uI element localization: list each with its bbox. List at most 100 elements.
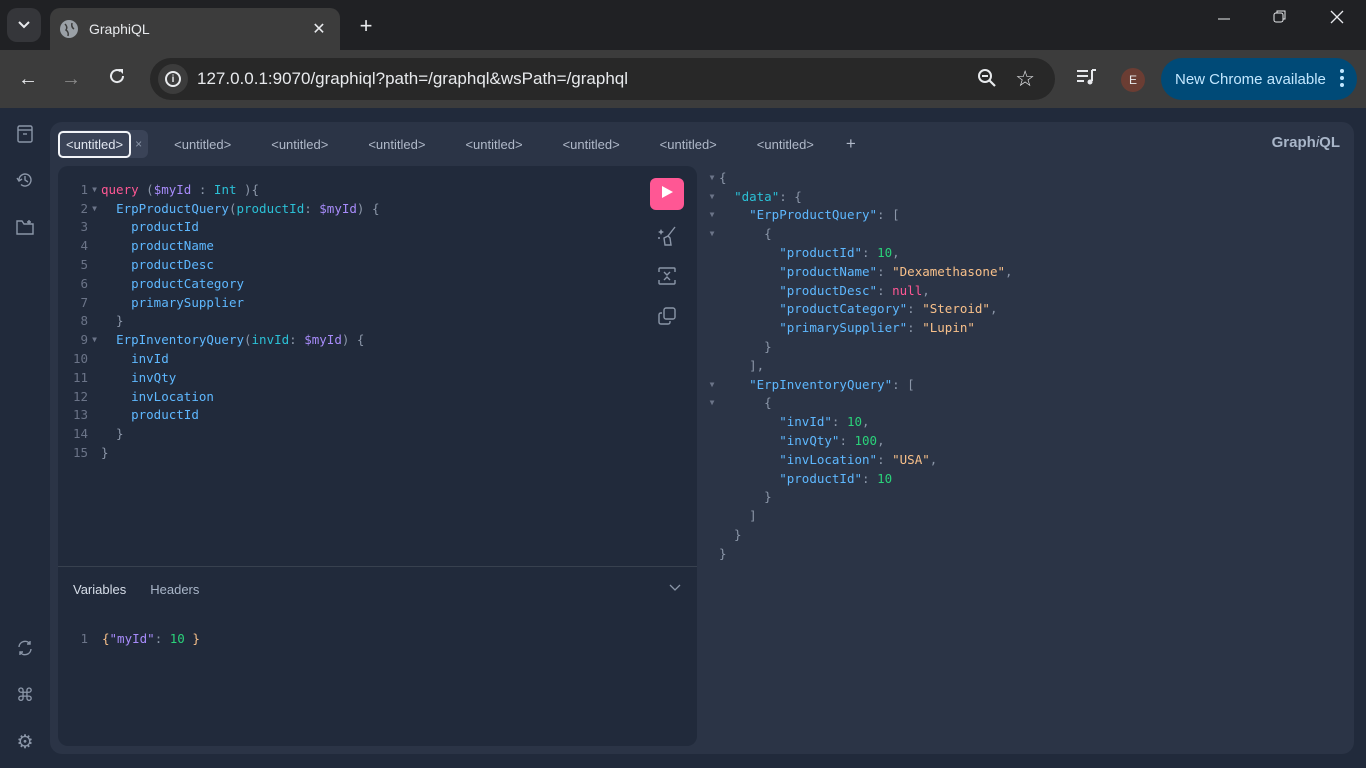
code-token: , (877, 433, 885, 449)
code-token: : (907, 301, 923, 317)
close-tab-icon[interactable]: ✕ (310, 19, 328, 39)
code-token: 10 (169, 630, 185, 646)
execute-query-button[interactable] (650, 178, 684, 210)
code-token: productId (236, 200, 305, 216)
code-token: "USA" (892, 451, 930, 467)
settings-icon[interactable]: ⚙ (13, 730, 37, 754)
add-tab-button[interactable]: + (846, 134, 856, 154)
code-token: { (719, 226, 772, 242)
variables-editor[interactable]: 1 {"myId": 10 } (58, 629, 199, 648)
line-number: 13 (72, 407, 88, 423)
tab-search-button[interactable] (7, 8, 41, 42)
code-line: "invLocation": "USA", (705, 450, 1013, 469)
session-tab[interactable]: <untitled> (166, 130, 239, 158)
code-token: null (892, 282, 923, 298)
reload-button[interactable] (104, 66, 130, 92)
prettify-button[interactable] (650, 226, 684, 250)
address-bar[interactable]: i 127.0.0.1:9070/graphiql?path=/graphql&… (150, 58, 1055, 100)
site-info-button[interactable]: i (158, 64, 188, 94)
fold-arrow-icon[interactable]: ▼ (705, 192, 719, 201)
code-token: ){ (236, 181, 260, 197)
restore-button[interactable] (1259, 10, 1299, 28)
code-token: "Steroid" (922, 301, 990, 317)
code-line: "productCategory": "Steroid", (705, 300, 1013, 319)
history-icon[interactable] (13, 168, 37, 192)
fold-arrow-icon[interactable]: ▼ (705, 398, 719, 407)
merge-fragments-button[interactable] (650, 266, 684, 290)
code-token: } (101, 445, 109, 461)
fold-arrow-icon[interactable]: ▼ (705, 173, 719, 182)
fold-arrow-icon[interactable]: ▼ (88, 204, 101, 213)
session-tab[interactable]: <untitled> (263, 130, 336, 158)
code-token: : (289, 332, 305, 348)
tab-variables[interactable]: Variables (73, 582, 126, 597)
result-panel: ▼{▼ "data": {▼ "ErpProductQuery": [▼ { "… (705, 166, 1345, 746)
session-tab[interactable]: <untitled> × (58, 130, 149, 158)
tab-headers[interactable]: Headers (150, 582, 199, 597)
more-vertical-icon[interactable] (1340, 69, 1344, 87)
close-tab-icon[interactable]: × (135, 137, 142, 151)
fold-arrow-icon[interactable]: ▼ (705, 210, 719, 219)
minimize-button[interactable] (1204, 10, 1244, 28)
back-button[interactable]: ← (15, 66, 41, 92)
fold-arrow-icon[interactable]: ▼ (705, 380, 719, 389)
explorer-icon[interactable] (13, 215, 37, 239)
media-control-icon[interactable] (1076, 68, 1098, 91)
session-tab[interactable]: <untitled> (360, 130, 433, 158)
code-line: 1 ▼ query ($myId : Int ){ (58, 180, 380, 199)
session-tab[interactable]: <untitled> (749, 130, 822, 158)
line-number: 3 (80, 219, 88, 235)
code-token: productId (131, 407, 199, 423)
forward-button[interactable]: → (58, 66, 84, 92)
documentation-icon[interactable] (13, 122, 37, 146)
code-line: 10 invId (58, 349, 380, 368)
copy-query-button[interactable] (650, 306, 684, 330)
line-number: 6 (80, 275, 88, 291)
update-chrome-button[interactable]: New Chrome available (1161, 58, 1357, 100)
code-token: invLocation (131, 388, 214, 404)
reload-icon (108, 68, 126, 90)
star-icon[interactable]: ☆ (1015, 66, 1035, 92)
update-label: New Chrome available (1175, 70, 1326, 88)
query-editor-panel: 1 ▼ query ($myId : Int ){2 ▼ ErpProductQuer… (58, 166, 697, 746)
fold-arrow-icon[interactable]: ▼ (88, 185, 101, 194)
code-line: "productDesc": null, (705, 281, 1013, 300)
query-editor[interactable]: 1 ▼ query ($myId : Int ){2 ▼ ErpProductQuer… (58, 180, 380, 462)
code-line: } (705, 525, 1013, 544)
globe-icon (60, 20, 78, 38)
graphiql-session: <untitled> × <untitled> <untitled> <untitled… (50, 122, 1354, 754)
browser-tab[interactable]: GraphiQL ✕ (50, 8, 340, 50)
session-tab[interactable]: <untitled> (555, 130, 628, 158)
url-text[interactable]: 127.0.0.1:9070/graphiql?path=/graphql&ws… (197, 69, 628, 89)
fold-arrow-icon[interactable]: ▼ (88, 335, 101, 344)
graphiql-page: ⌘ ⚙ <untitled> × <untitled> <untitled> <unti… (0, 108, 1366, 768)
chevron-down-icon[interactable] (669, 581, 681, 595)
session-tab-label: <untitled> (562, 136, 620, 152)
close-icon (1330, 10, 1344, 28)
session-tab[interactable]: <untitled> (652, 130, 725, 158)
fold-arrow-icon[interactable]: ▼ (705, 229, 719, 238)
code-token: : { (779, 188, 802, 204)
profile-avatar[interactable]: E (1121, 68, 1145, 92)
shortcuts-icon[interactable]: ⌘ (13, 683, 37, 707)
session-tab[interactable]: <untitled> (457, 130, 530, 158)
code-token: : (877, 451, 893, 467)
code-token: "productId" (779, 245, 863, 261)
code-line: 14 } (58, 424, 380, 443)
refetch-schema-icon[interactable] (13, 636, 37, 660)
code-token: productId (131, 219, 199, 235)
close-window-button[interactable] (1317, 10, 1357, 29)
zoom-out-icon[interactable] (977, 68, 997, 93)
logo-part: Graph (1271, 134, 1316, 151)
code-token: ( (228, 200, 237, 216)
new-tab-button[interactable]: + (354, 13, 378, 39)
